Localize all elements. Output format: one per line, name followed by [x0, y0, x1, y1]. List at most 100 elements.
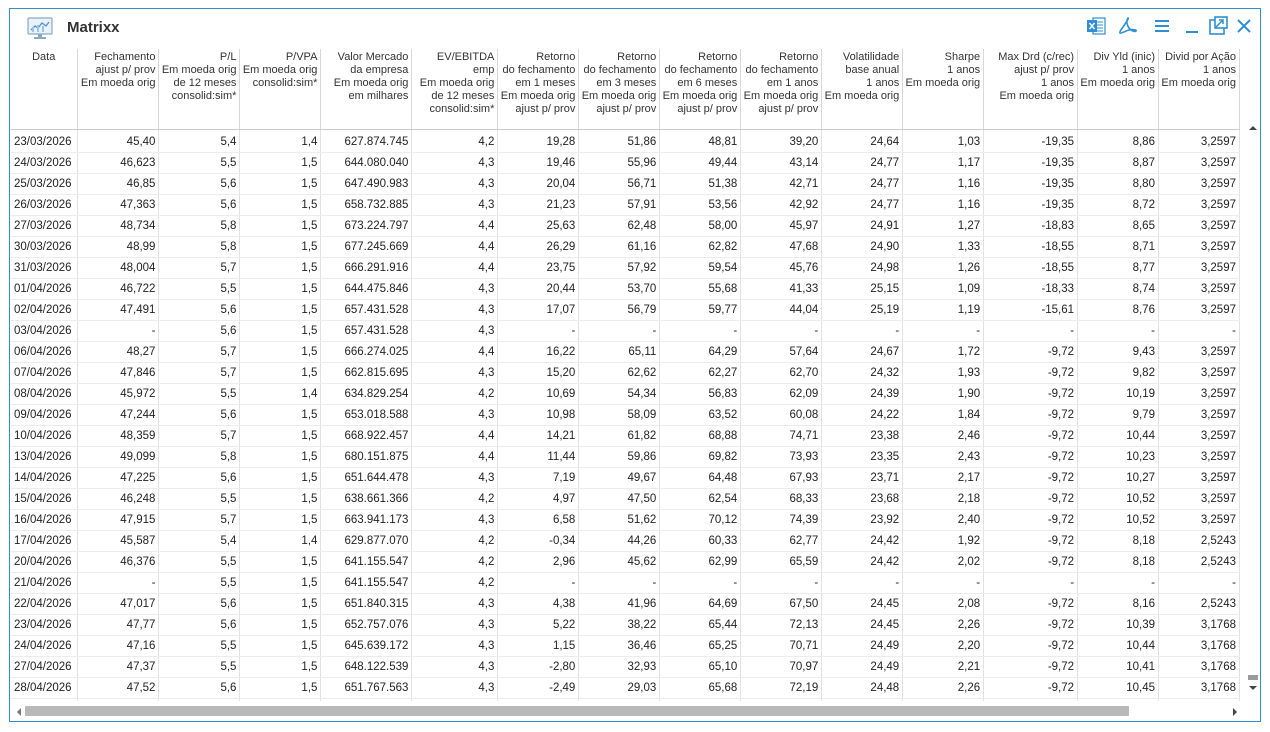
- table-cell[interactable]: -2,49: [497, 677, 580, 699]
- table-cell[interactable]: 62,62: [578, 362, 661, 384]
- table-cell[interactable]: 44,04: [740, 299, 823, 321]
- table-cell[interactable]: 62,27: [659, 362, 742, 384]
- table-cell[interactable]: -: [821, 320, 904, 342]
- table-cell[interactable]: 657.431.528: [320, 320, 413, 342]
- table-cell[interactable]: -: [740, 320, 823, 342]
- table-cell[interactable]: 51,86: [578, 129, 661, 153]
- table-cell[interactable]: 76,48: [740, 698, 823, 701]
- table-cell[interactable]: 1,5: [239, 299, 322, 321]
- date-cell[interactable]: 06/04/2026: [11, 341, 79, 363]
- table-cell[interactable]: 1,15: [497, 635, 580, 657]
- table-cell[interactable]: 5,7: [158, 698, 241, 701]
- table-cell[interactable]: 41,96: [578, 593, 661, 615]
- table-cell[interactable]: 24,32: [821, 362, 904, 384]
- table-cell[interactable]: 10,69: [497, 383, 580, 405]
- table-cell[interactable]: 31,67: [578, 698, 661, 701]
- table-cell[interactable]: -9,72: [983, 656, 1079, 678]
- table-cell[interactable]: 4,2: [411, 383, 499, 405]
- table-cell[interactable]: -9,72: [983, 341, 1079, 363]
- table-cell[interactable]: -: [983, 572, 1079, 594]
- table-cell[interactable]: 10,19: [1077, 383, 1159, 405]
- table-cell[interactable]: 24,49: [821, 635, 904, 657]
- table-cell[interactable]: 3,2597: [1158, 257, 1240, 279]
- table-cell[interactable]: 2,40: [902, 509, 985, 531]
- table-cell[interactable]: 644.475.846: [320, 278, 413, 300]
- date-cell[interactable]: 02/04/2026: [11, 299, 79, 321]
- table-cell[interactable]: 1,5: [239, 320, 322, 342]
- column-header[interactable]: Divid por Ação 1 anos Em moeda orig: [1158, 49, 1240, 130]
- column-header[interactable]: EV/EBITDA emp Em moeda orig de 12 meses …: [411, 49, 499, 130]
- table-cell[interactable]: 2,96: [497, 551, 580, 573]
- table-cell[interactable]: 25,19: [821, 299, 904, 321]
- table-cell[interactable]: 48,734: [77, 215, 160, 237]
- table-cell[interactable]: 4,3: [411, 656, 499, 678]
- table-cell[interactable]: 24,45: [821, 593, 904, 615]
- table-cell[interactable]: 641.155.547: [320, 551, 413, 573]
- table-cell[interactable]: 17,07: [497, 299, 580, 321]
- table-cell[interactable]: 8,18: [1077, 551, 1159, 573]
- table-cell[interactable]: 39,20: [740, 129, 823, 153]
- table-cell[interactable]: 9,79: [1077, 404, 1159, 426]
- scroll-left-arrow-icon[interactable]: [13, 705, 25, 717]
- table-cell[interactable]: 1,5: [239, 425, 322, 447]
- table-cell[interactable]: 2,17: [902, 467, 985, 489]
- table-cell[interactable]: 47,50: [578, 488, 661, 510]
- table-cell[interactable]: 42,71: [740, 173, 823, 195]
- table-cell[interactable]: 4,4: [411, 215, 499, 237]
- table-cell[interactable]: 5,6: [158, 593, 241, 615]
- table-cell[interactable]: 5,5: [158, 152, 241, 174]
- table-cell[interactable]: -: [578, 572, 661, 594]
- table-cell[interactable]: -19,35: [983, 173, 1079, 195]
- table-cell[interactable]: 1,5: [239, 572, 322, 594]
- table-cell[interactable]: 59,77: [659, 299, 742, 321]
- date-cell[interactable]: 27/04/2026: [11, 656, 79, 678]
- table-cell[interactable]: 64,48: [659, 467, 742, 489]
- table-cell[interactable]: 1,5: [239, 173, 322, 195]
- table-cell[interactable]: 9,43: [1077, 341, 1159, 363]
- horizontal-scrollbar[interactable]: [11, 703, 1246, 719]
- table-cell[interactable]: 70,53: [659, 698, 742, 701]
- date-cell[interactable]: 20/04/2026: [11, 551, 79, 573]
- table-cell[interactable]: 32,93: [578, 656, 661, 678]
- table-cell[interactable]: 5,6: [158, 467, 241, 489]
- table-cell[interactable]: 24,90: [821, 236, 904, 258]
- table-cell[interactable]: 62,99: [659, 551, 742, 573]
- table-cell[interactable]: 8,18: [1077, 530, 1159, 552]
- table-cell[interactable]: 58,09: [578, 404, 661, 426]
- table-cell[interactable]: 5,4: [158, 530, 241, 552]
- table-cell[interactable]: 5,6: [158, 614, 241, 636]
- table-cell[interactable]: 2,26: [902, 614, 985, 636]
- table-cell[interactable]: 1,5: [239, 278, 322, 300]
- table-cell[interactable]: -9,72: [983, 551, 1079, 573]
- table-cell[interactable]: 3,2597: [1158, 425, 1240, 447]
- table-cell[interactable]: 65,10: [659, 656, 742, 678]
- table-cell[interactable]: 2,02: [902, 551, 985, 573]
- close-button[interactable]: [1232, 16, 1256, 40]
- table-cell[interactable]: 10,45: [1077, 677, 1159, 699]
- date-cell[interactable]: 26/03/2026: [11, 194, 79, 216]
- table-cell[interactable]: 652.757.076: [320, 614, 413, 636]
- table-cell[interactable]: 1,92: [902, 530, 985, 552]
- table-cell[interactable]: 41,33: [740, 278, 823, 300]
- date-cell[interactable]: 23/03/2026: [11, 129, 79, 153]
- table-cell[interactable]: 2,5243: [1158, 593, 1240, 615]
- column-header[interactable]: Retorno do fechamento em 6 meses Em moed…: [659, 49, 742, 130]
- date-cell[interactable]: 27/03/2026: [11, 215, 79, 237]
- table-cell[interactable]: -: [1158, 320, 1240, 342]
- table-cell[interactable]: 54,34: [578, 383, 661, 405]
- table-cell[interactable]: 24,67: [821, 341, 904, 363]
- table-cell[interactable]: 4,4: [411, 698, 499, 701]
- table-cell[interactable]: -: [497, 572, 580, 594]
- vertical-scroll-thumb[interactable]: [1248, 675, 1258, 680]
- table-cell[interactable]: 627.874.745: [320, 129, 413, 153]
- date-cell[interactable]: 10/04/2026: [11, 425, 79, 447]
- table-cell[interactable]: 47,37: [77, 656, 160, 678]
- table-cell[interactable]: 24,98: [821, 257, 904, 279]
- table-cell[interactable]: 5,4: [158, 129, 241, 153]
- table-cell[interactable]: 3,2597: [1158, 299, 1240, 321]
- table-cell[interactable]: 680.151.875: [320, 446, 413, 468]
- table-cell[interactable]: 62,70: [740, 362, 823, 384]
- table-cell[interactable]: -: [659, 572, 742, 594]
- table-cell[interactable]: 4,4: [411, 425, 499, 447]
- table-cell[interactable]: 1,03: [902, 129, 985, 153]
